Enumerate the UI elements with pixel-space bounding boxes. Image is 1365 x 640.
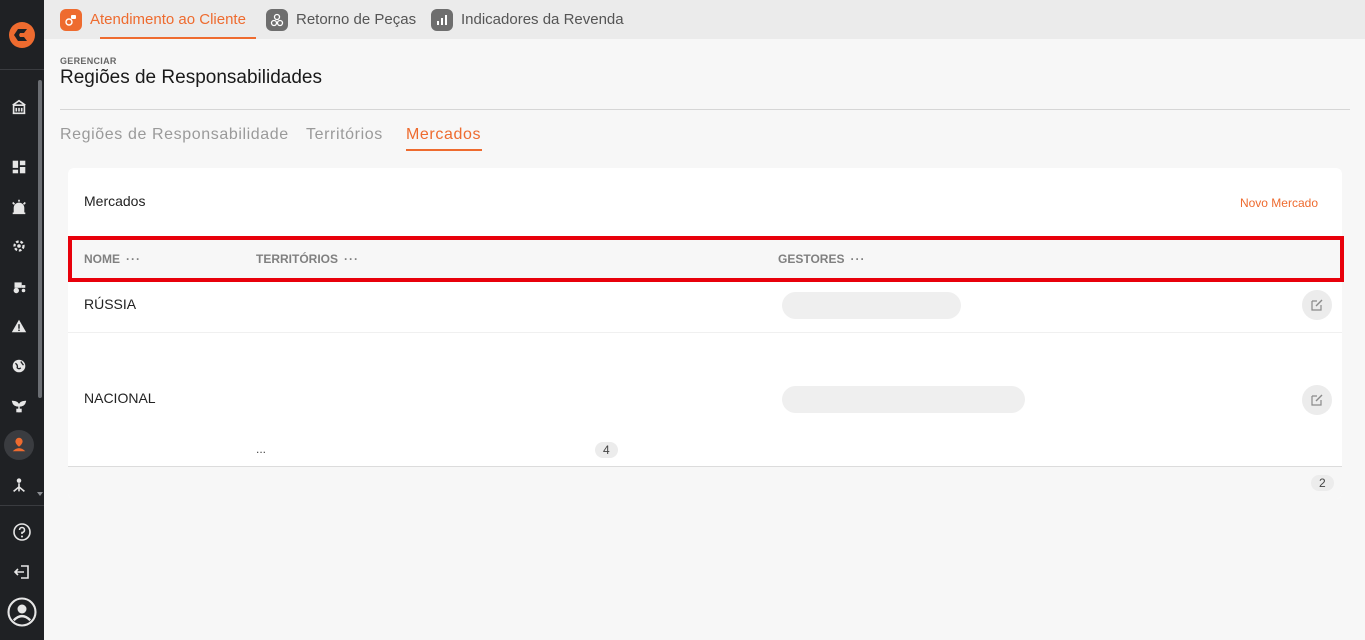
tab-label: Indicadores da Revenda <box>461 11 624 28</box>
edit-button[interactable] <box>1302 385 1332 415</box>
user-profile-button[interactable] <box>0 595 44 629</box>
table-footer <box>68 466 1342 499</box>
parts-return-icon <box>266 8 288 31</box>
bar-chart-icon <box>431 8 453 31</box>
territories-count-badge: 4 <box>595 442 618 458</box>
column-label: NOME <box>84 252 120 266</box>
column-header-nome[interactable]: NOME ··· <box>84 252 141 266</box>
card-title: Mercados <box>84 193 146 209</box>
logout-icon <box>13 565 29 579</box>
sidebar-item-globe[interactable] <box>0 351 37 381</box>
column-menu-icon[interactable]: ··· <box>344 252 359 266</box>
managers-placeholder <box>782 292 961 319</box>
sidebar-item-tractor[interactable] <box>0 271 37 301</box>
sidebar-item-settings[interactable] <box>0 231 37 261</box>
markets-card: Mercados Novo Mercado NOME ··· TERRITÓRI… <box>68 168 1342 499</box>
total-count-badge: 2 <box>1311 475 1334 491</box>
location-user-icon <box>12 437 25 452</box>
help-icon <box>13 523 31 541</box>
column-label: TERRITÓRIOS <box>256 252 339 266</box>
sidebar-scrollbar[interactable] <box>38 80 42 398</box>
managers-placeholder <box>782 386 1025 413</box>
sidebar-item-dealer[interactable] <box>0 92 37 122</box>
help-button[interactable] <box>0 517 44 547</box>
sidebar-item-alarm[interactable] <box>0 192 37 222</box>
tab-retorno-de-pecas[interactable]: Retorno de Peças <box>266 0 416 39</box>
edit-button[interactable] <box>1302 290 1332 320</box>
tab-atendimento-ao-cliente[interactable]: Atendimento ao Cliente <box>60 0 264 39</box>
column-header-territorios[interactable]: TERRITÓRIOS ··· <box>256 252 359 266</box>
warning-icon <box>11 319 26 333</box>
user-avatar-icon <box>7 597 37 627</box>
alarm-icon <box>11 199 26 215</box>
subtab-mercados[interactable]: Mercados <box>406 126 481 144</box>
sidebar-item-regions[interactable] <box>0 430 37 460</box>
territories-more[interactable]: ... <box>256 442 266 456</box>
sidebar-item-dashboard[interactable] <box>0 152 37 182</box>
logout-button[interactable] <box>0 557 44 587</box>
column-menu-icon[interactable]: ··· <box>850 252 865 266</box>
column-label: GESTORES <box>778 252 845 266</box>
new-market-button[interactable]: Novo Mercado <box>1240 196 1318 210</box>
gear-settings-icon <box>12 240 25 252</box>
row-name-nacional: NACIONAL <box>84 390 156 406</box>
tab-indicadores-da-revenda[interactable]: Indicadores da Revenda <box>431 0 624 39</box>
page-eyebrow: GERENCIAR <box>60 56 117 66</box>
dashboard-icon <box>12 160 25 174</box>
subtab-territorios[interactable]: Territórios <box>306 126 383 144</box>
tab-label: Atendimento ao Cliente <box>90 11 246 28</box>
column-menu-icon[interactable]: ··· <box>126 252 141 266</box>
hierarchy-icon <box>12 478 25 493</box>
module-tabs: Atendimento ao Cliente Retorno de Peças … <box>44 0 1365 39</box>
dealer-building-icon <box>11 99 26 115</box>
tab-label: Retorno de Peças <box>296 11 417 28</box>
subtab-active-indicator <box>406 149 482 151</box>
globe-icon <box>12 359 25 373</box>
subtab-regioes-de-responsabilidade[interactable]: Regiões de Responsabilidade <box>60 126 289 144</box>
sidebar <box>0 0 44 640</box>
tractor-icon <box>13 282 25 294</box>
sidebar-item-hierarchy[interactable] <box>0 471 37 501</box>
logo-icon <box>9 21 35 48</box>
edit-icon <box>1311 394 1323 406</box>
edit-icon <box>1311 299 1323 311</box>
sidebar-divider <box>0 505 44 506</box>
page-title: Regiões de Responsabilidades <box>60 67 322 88</box>
column-header-gestores[interactable]: GESTORES ··· <box>778 252 865 266</box>
header-divider <box>60 109 1350 110</box>
sidebar-item-warnings[interactable] <box>0 311 37 341</box>
row-divider <box>68 332 1342 333</box>
sidebar-item-seedling[interactable] <box>0 391 37 421</box>
scroll-down-arrow-icon[interactable] <box>37 492 43 496</box>
row-name-russia: RÚSSIA <box>84 296 137 312</box>
logo[interactable] <box>0 0 44 70</box>
seedling-icon <box>11 400 26 413</box>
customer-service-icon <box>60 8 82 31</box>
